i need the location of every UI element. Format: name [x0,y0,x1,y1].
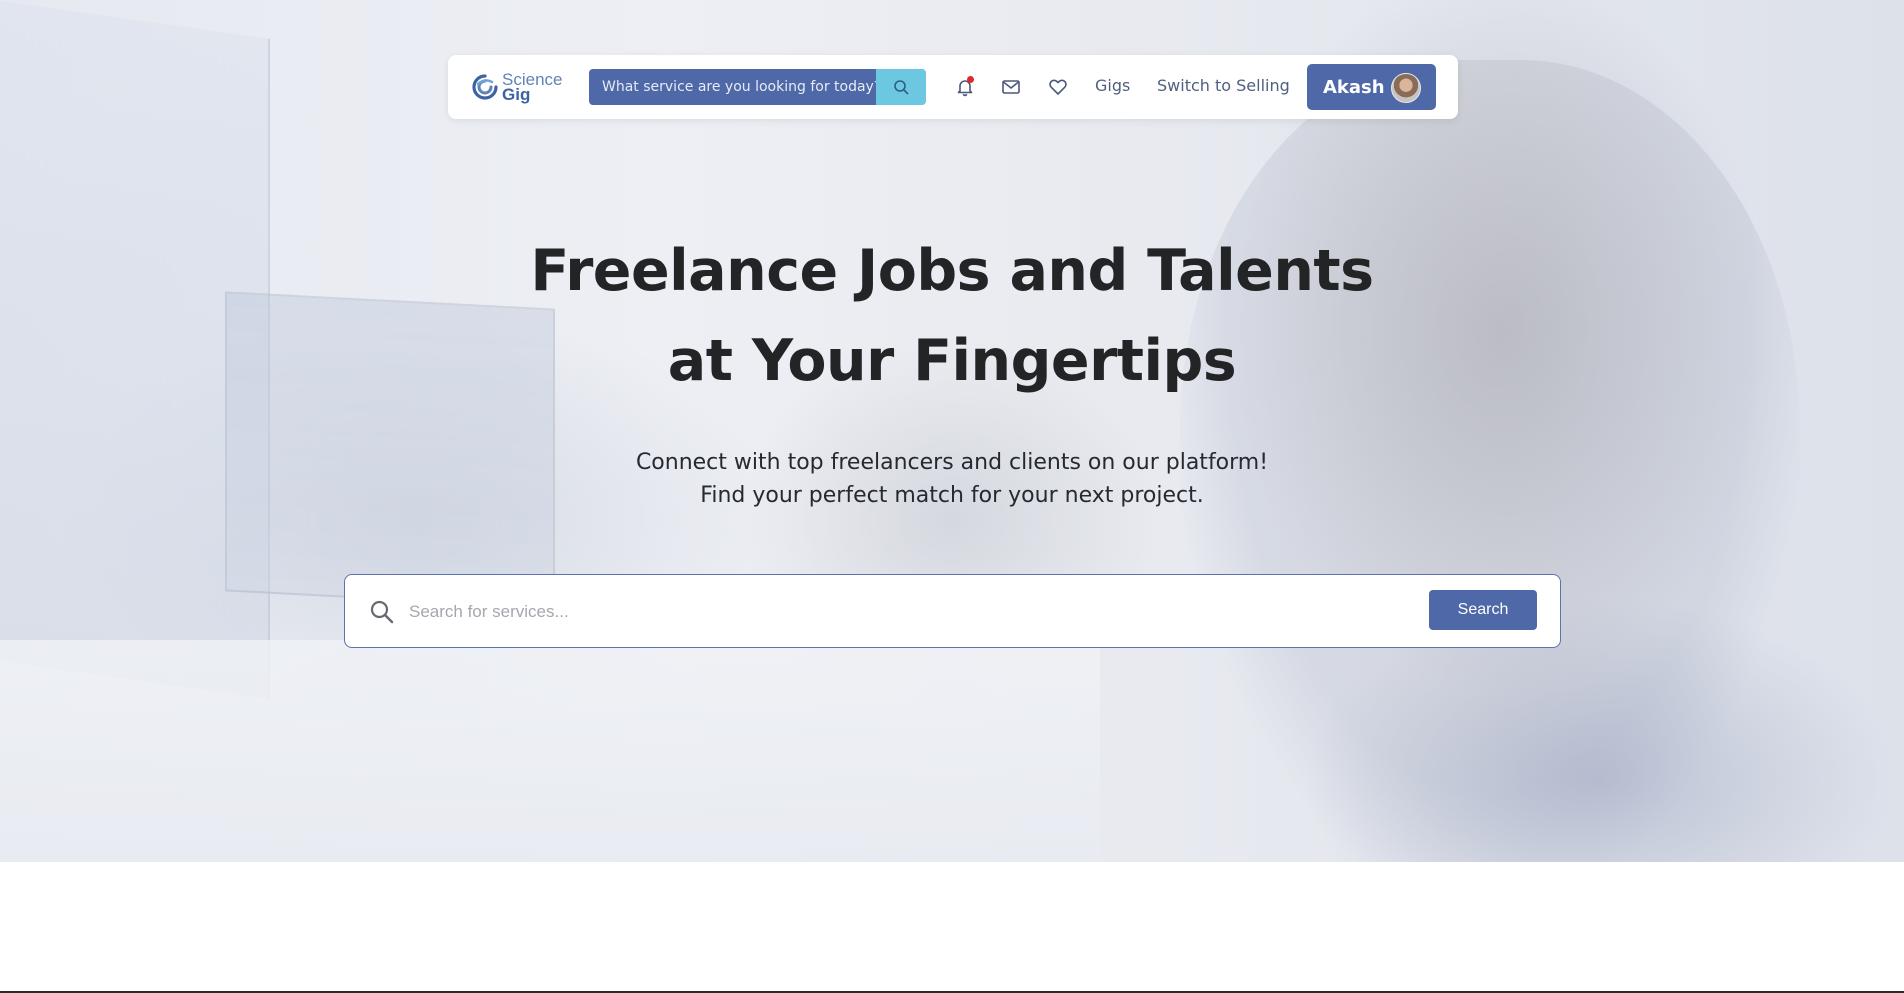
hero-search-bar: Search [344,574,1561,648]
logo-swirl-icon [472,74,498,100]
user-menu-button[interactable]: Akash [1307,64,1436,110]
heart-icon [1049,79,1067,95]
user-name: Akash [1323,76,1385,98]
messages-button[interactable] [999,75,1023,99]
subline-line-1: Connect with top freelancers and clients… [635,450,1269,475]
hero-section: Science Gig What service are you looking… [0,0,1904,862]
hero-search-button[interactable]: Search [1429,590,1537,630]
hero-search-input[interactable] [409,595,1389,629]
hero-subheadline: Connect with top freelancers and clients… [452,446,1452,512]
headline-line-1: Freelance Jobs and Talents [530,238,1374,304]
navbar-search-button[interactable] [876,69,926,105]
headline-line-2: at Your Fingertips [667,328,1237,394]
logo-text-gig: Gig [502,85,531,104]
avatar [1391,73,1421,103]
top-navbar: Science Gig What service are you looking… [448,55,1458,119]
site-logo[interactable]: Science Gig [470,67,565,107]
search-icon [894,80,909,95]
nav-link-gigs[interactable]: Gigs [1095,76,1130,95]
subline-line-2: Find your perfect match for your next pr… [700,483,1204,508]
notification-dot [967,76,974,83]
nav-link-switch-to-selling[interactable]: Switch to Selling [1157,76,1290,95]
search-icon [370,600,394,624]
background-desk [0,640,1100,862]
mail-icon [1002,80,1020,94]
favorites-button[interactable] [1046,75,1070,99]
notifications-button[interactable] [953,75,977,99]
navbar-search-input[interactable] [602,79,876,95]
hero-headline: Freelance Jobs and Talents at Your Finge… [352,226,1552,406]
navbar-search-field[interactable] [589,69,876,105]
